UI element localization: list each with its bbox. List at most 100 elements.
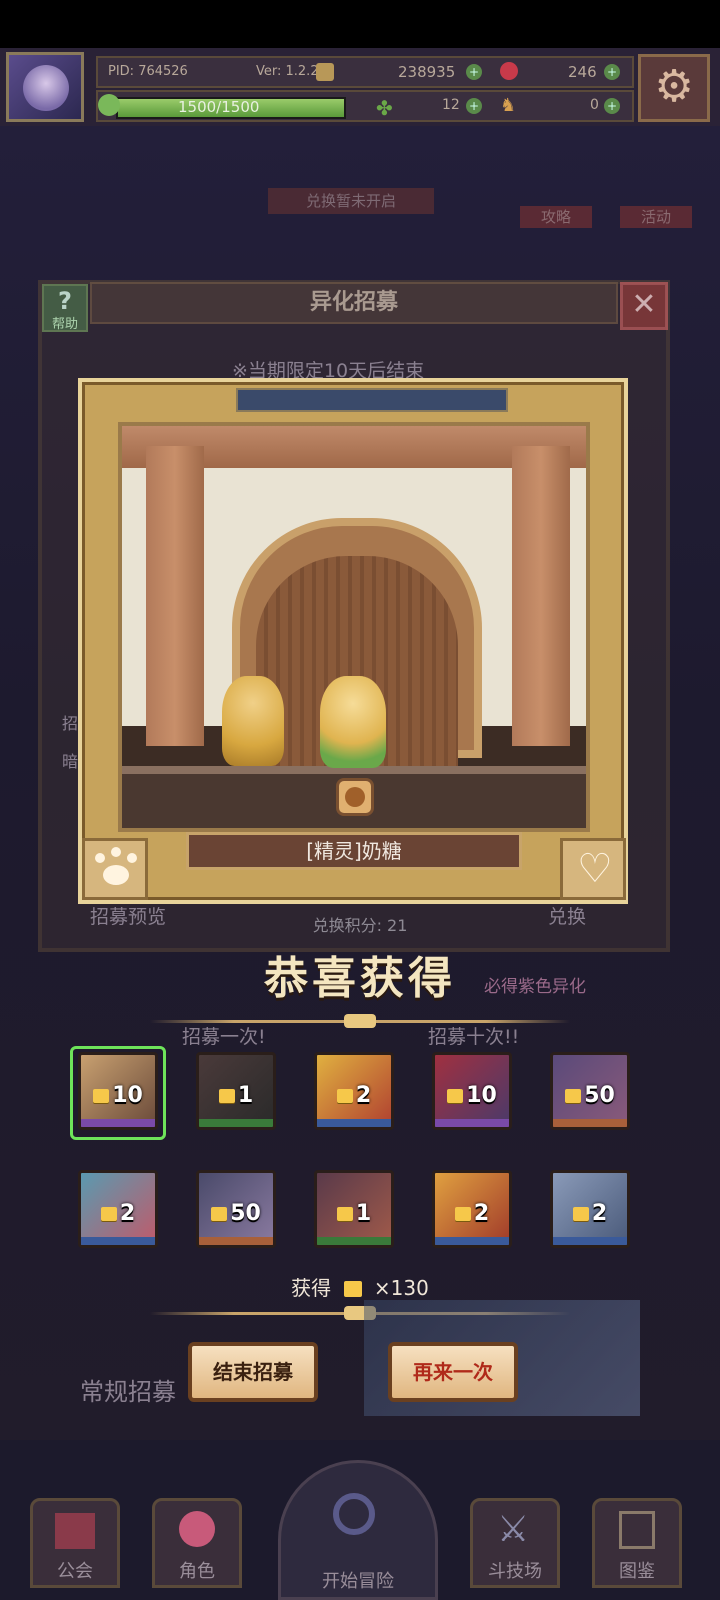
folder-icon (565, 1089, 582, 1103)
folder-icon (336, 1207, 353, 1221)
reward-item[interactable]: 50 (196, 1170, 276, 1248)
rarity-strip (317, 1237, 391, 1245)
rarity-strip (553, 1119, 627, 1127)
nav-adventure-label: 开始冒险 (322, 1571, 394, 1592)
reward-item[interactable]: 2 (432, 1170, 512, 1248)
rarity-strip (317, 1119, 391, 1127)
reward-item[interactable]: 1 (196, 1052, 276, 1130)
add-gold-icon[interactable]: + (466, 64, 482, 80)
nav-guild[interactable]: 公会 (30, 1498, 120, 1588)
total-count: ×130 (373, 1276, 429, 1300)
energy-icon (98, 94, 120, 116)
close-icon: ✕ (631, 287, 657, 322)
clover-amount: 12 (442, 97, 460, 113)
reward-item[interactable]: 1 (314, 1170, 394, 1248)
item-count: 2 (553, 1201, 627, 1226)
item-count: 2 (81, 1201, 155, 1226)
total-obtained: 获得 ×130 (0, 1272, 720, 1301)
rarity-strip (81, 1237, 155, 1245)
status-bar (0, 0, 720, 48)
character-medal-icon (336, 778, 374, 816)
item-count: 1 (317, 1201, 391, 1226)
character-nameplate: [精灵]奶糖 (186, 832, 522, 870)
left-side-label-1: 招 (62, 714, 79, 733)
gold-amount: 238935 (398, 63, 456, 81)
item-count: 50 (199, 1201, 273, 1226)
paw-icon (82, 838, 148, 900)
clover-icon: ✤ (376, 96, 393, 120)
reward-item[interactable]: 10 (432, 1052, 512, 1130)
exchange-closed-button[interactable]: 兑换暂未开启 (268, 188, 434, 214)
rarity-strip (435, 1119, 509, 1127)
selected-item-highlight (70, 1046, 166, 1140)
frame-banner (236, 388, 508, 412)
recruit-once-button[interactable]: 招募一次! (182, 1022, 266, 1049)
reward-item[interactable]: 2 (314, 1052, 394, 1130)
gem-icon (500, 62, 518, 80)
close-button[interactable]: ✕ (620, 282, 668, 330)
reward-item[interactable]: 2 (78, 1170, 158, 1248)
player-avatar[interactable] (6, 52, 84, 122)
strategy-button[interactable]: 攻略 (520, 206, 592, 228)
folder-icon (100, 1207, 117, 1221)
folder-icon (211, 1207, 228, 1221)
recruit-again-button[interactable]: 再来一次 (388, 1342, 518, 1402)
end-recruit-button[interactable]: 结束招募 (188, 1342, 318, 1402)
divider-gem-icon (344, 1014, 376, 1028)
magnifier-icon (333, 1493, 375, 1535)
gold-coin-icon (316, 63, 334, 81)
character-sprite-right (320, 676, 386, 768)
energy-text: 1500/1500 (178, 98, 260, 116)
nav-codex[interactable]: 图鉴 (592, 1498, 682, 1588)
normal-recruit-label: 常规招募 (80, 1378, 176, 1406)
folder-icon (218, 1089, 235, 1103)
item-count: 2 (435, 1201, 509, 1226)
item-count: 50 (553, 1083, 627, 1108)
recruit-ten-button[interactable]: 招募十次!! (428, 1022, 519, 1049)
guild-icon (55, 1513, 95, 1549)
gear-icon: ⚙ (654, 61, 694, 112)
crossed-swords-icon: ⚔ (497, 1509, 530, 1550)
rarity-strip (199, 1237, 273, 1245)
panel-title: 异化招募 (90, 282, 618, 324)
heart-icon: ♡ (560, 838, 626, 900)
reward-item[interactable]: 50 (550, 1052, 630, 1130)
nav-arena-label: 斗技场 (488, 1561, 542, 1582)
bone-amount: 0 (590, 97, 599, 113)
left-side-label-2: 暗 (62, 752, 79, 771)
nav-character-label: 角色 (179, 1561, 215, 1582)
help-label: 帮助 (51, 317, 78, 332)
rarity-strip (553, 1237, 627, 1245)
info-row: PID: 764526 Ver: 1.2.2.1 238935 + 246 + (96, 56, 634, 88)
item-count: 10 (435, 1083, 509, 1108)
add-clover-icon[interactable]: + (466, 98, 482, 114)
folder-icon (343, 1281, 362, 1297)
reward-scene (118, 422, 590, 832)
question-icon: ? (58, 287, 72, 315)
folder-icon (572, 1207, 589, 1221)
add-bone-icon[interactable]: + (604, 98, 620, 114)
rarity-strip (435, 1237, 509, 1245)
codex-icon (619, 1511, 655, 1549)
gem-amount: 246 (568, 63, 597, 81)
player-id: PID: 764526 (108, 64, 188, 79)
congrats-title: 恭喜获得 (264, 953, 456, 1004)
folder-icon (336, 1089, 353, 1103)
nav-character[interactable]: 角色 (152, 1498, 242, 1588)
nav-guild-label: 公会 (57, 1561, 93, 1582)
avatar-face-icon (23, 65, 69, 111)
folder-icon (454, 1207, 471, 1221)
item-count: 2 (317, 1083, 391, 1108)
left-pillar (146, 446, 204, 746)
activity-button[interactable]: 活动 (620, 206, 692, 228)
total-prefix: 获得 (291, 1276, 332, 1300)
settings-button[interactable]: ⚙ (638, 54, 710, 122)
bone-icon: ♞ (500, 95, 517, 116)
exchange-points: 兑换积分: 21 (312, 916, 408, 935)
nav-arena[interactable]: ⚔ 斗技场 (470, 1498, 560, 1588)
help-button[interactable]: ? 帮助 (42, 284, 88, 332)
rarity-strip (199, 1119, 273, 1127)
reward-item[interactable]: 2 (550, 1170, 630, 1248)
add-gem-icon[interactable]: + (604, 64, 620, 80)
character-sprite-left (222, 676, 284, 766)
